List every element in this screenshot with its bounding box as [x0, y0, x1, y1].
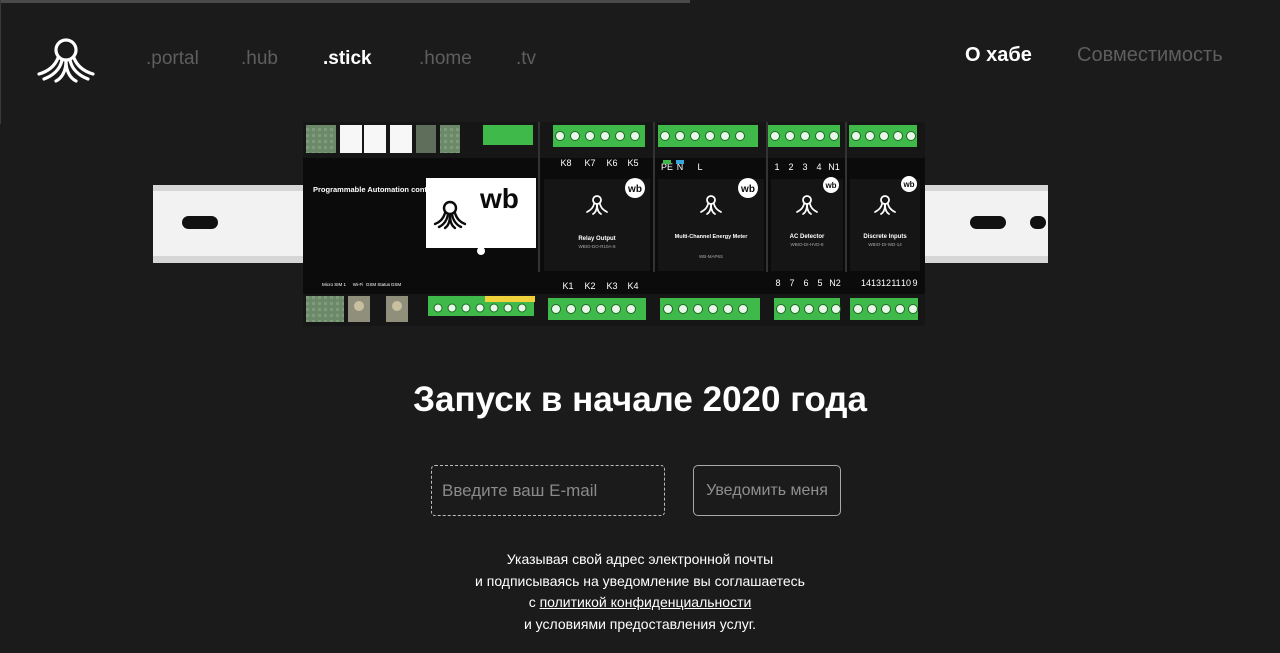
relay-bottom-label: K4	[627, 281, 638, 291]
ac-top-label: N1	[828, 162, 840, 172]
nav-about-hub[interactable]: О хабе	[965, 44, 1032, 67]
consent-line: с политикой конфиденциальности	[0, 592, 1280, 614]
relay-bottom-label: K3	[606, 281, 617, 291]
email-input[interactable]	[431, 465, 665, 516]
meter-top-label: L	[697, 162, 702, 172]
nav-stick[interactable]: .stick	[323, 48, 372, 70]
di-bottom-label: 12	[881, 278, 891, 288]
module-title-ac: AC Detector	[790, 234, 825, 240]
ac-bottom-label: 7	[789, 278, 794, 288]
consent-line: и подписываясь на уведомление вы соглаша…	[475, 572, 805, 589]
ac-top-label: 2	[788, 162, 793, 172]
nav-hub[interactable]: .hub	[241, 48, 278, 70]
notify-me-button[interactable]: Уведомить меня	[693, 465, 841, 516]
di-bottom-label: 13	[871, 278, 881, 288]
module-brand-badge: wb	[627, 184, 642, 195]
relay-bottom-label: K2	[584, 281, 595, 291]
relay-top-label: K5	[627, 158, 638, 168]
relay-top-label: K8	[560, 158, 571, 168]
module-brand-badge: wb	[902, 180, 914, 189]
consent-line: и условиями предоставления услуг.	[523, 615, 757, 632]
ac-bottom-label: N2	[829, 278, 841, 288]
ac-bottom-label: 8	[775, 278, 780, 288]
di-bottom-label: 9	[912, 278, 917, 288]
ac-bottom-label: 6	[803, 278, 808, 288]
nav-home[interactable]: .home	[419, 48, 472, 70]
module-title-relay: Relay Output	[578, 236, 615, 242]
nav-compatibility[interactable]: Совместимость	[1077, 44, 1223, 67]
din-rail-device-illustration: K8 K7 K6 K5 PE N L 1 2 3 4 N1 Programmab…	[153, 122, 1048, 326]
octopus-logo-icon[interactable]	[36, 36, 96, 84]
di-bottom-label: 14	[861, 278, 871, 288]
privacy-policy-link[interactable]: политикой конфиденциальности	[540, 594, 752, 610]
module-brand-badge: wb	[740, 184, 755, 195]
module-brand-badge: wb	[824, 181, 836, 190]
module-model-ac: WBIO-DI-HVD-8	[791, 242, 824, 247]
di-bottom-label: 11	[891, 278, 900, 288]
launch-headline: Запуск в начале 2020 года	[413, 380, 867, 419]
module-title-di: Discrete Inputs	[863, 234, 907, 240]
nav-portal[interactable]: .portal	[146, 48, 199, 70]
ctrl-bottom-label: GSM Status	[366, 282, 391, 287]
top-progress-line	[0, 0, 690, 3]
consent-line: Указывая свой адрес электронной почты	[506, 551, 774, 567]
module-model-meter: WB-MAP6S	[699, 254, 723, 259]
module-title-meter: Multi-Channel Energy Meter	[675, 234, 749, 240]
ac-top-label: 4	[816, 162, 821, 172]
consent-text: Указывая свой адрес электронной почты и …	[0, 549, 1280, 635]
di-bottom-label: 10	[901, 278, 911, 288]
controller-brand: wb	[479, 183, 519, 214]
module-model-relay: WBIO-DO-R10A-8	[578, 244, 616, 249]
nav-tv[interactable]: .tv	[516, 48, 536, 70]
ctrl-bottom-label: GSM	[391, 282, 402, 287]
consent-prefix: с	[528, 594, 540, 610]
ac-top-label: 3	[802, 162, 807, 172]
relay-bottom-label: K1	[562, 281, 573, 291]
ac-top-label: 1	[774, 162, 779, 172]
left-edge-line	[0, 0, 1, 124]
relay-top-label: K6	[606, 158, 617, 168]
module-model-di: WBIO-DI-WD-14	[868, 242, 902, 247]
controller-title: Programmable Automation controller	[313, 185, 446, 194]
ctrl-bottom-label: Micro SIM 1	[322, 282, 347, 287]
relay-top-label: K7	[584, 158, 595, 168]
ctrl-bottom-label: Wi-Fi	[353, 282, 364, 287]
ac-bottom-label: 5	[817, 278, 822, 288]
